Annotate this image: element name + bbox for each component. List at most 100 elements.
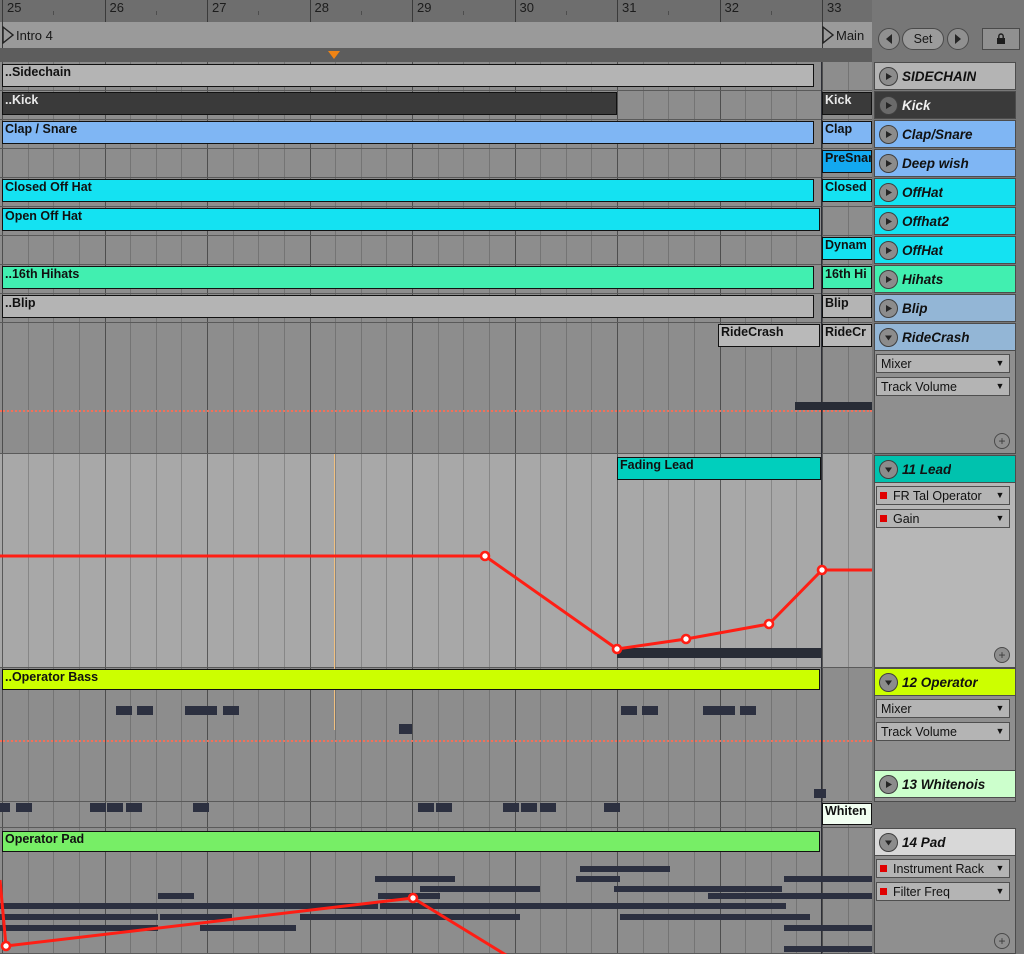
midi-note [540, 803, 556, 812]
locator-2[interactable]: Main [822, 23, 864, 47]
device-chooser-2[interactable]: Track Volume ▼ [876, 722, 1010, 741]
beat-gridline [181, 454, 182, 667]
beat-gridline [643, 454, 644, 667]
clip[interactable]: ..Operator Bass [2, 669, 820, 690]
clip[interactable]: ..Sidechain [2, 64, 814, 87]
clip[interactable]: Operator Pad [2, 831, 820, 852]
set-button[interactable]: Set [902, 28, 944, 50]
track-header-11-lead[interactable]: 11 Lead [874, 455, 1016, 483]
track-header-12-operator[interactable]: 12 Operator [874, 668, 1016, 696]
track-header-offhat[interactable]: OffHat [874, 178, 1016, 206]
bar-tick [309, 0, 311, 22]
clip[interactable]: Closed [822, 179, 872, 202]
track-header-kick[interactable]: Kick [874, 91, 1016, 119]
track-fold-button-closed[interactable] [879, 298, 898, 318]
track-lane[interactable] [0, 149, 872, 178]
prev-set-button[interactable] [878, 28, 900, 50]
clip[interactable]: Fading Lead [617, 457, 821, 480]
track-header-deep-wish[interactable]: Deep wish [874, 149, 1016, 177]
beat-gridline [361, 323, 362, 453]
arrangement-canvas[interactable]: ..Sidechain ..Kick Kick Clap / Snare Clap Pre… [0, 62, 872, 954]
clip[interactable]: 16th Hi [822, 266, 872, 289]
midi-note [784, 925, 872, 931]
clip[interactable]: RideCr [822, 324, 872, 347]
track-header-14-pad[interactable]: 14 Pad [874, 828, 1016, 856]
track-fold-button-closed[interactable] [879, 124, 898, 144]
track-header-13-whitenois[interactable]: 13 Whitenois [874, 770, 1016, 798]
track-lane[interactable] [0, 454, 872, 668]
beat-gridline [771, 454, 772, 667]
clip[interactable]: Kick [822, 92, 872, 115]
device-chooser-1[interactable]: Instrument Rack ▼ [876, 859, 1010, 878]
locator-1[interactable]: Intro 4 [2, 23, 53, 47]
track-fold-button-open[interactable] [879, 327, 898, 347]
beat-gridline [566, 323, 567, 453]
device-chooser-2[interactable]: Gain ▼ [876, 509, 1010, 528]
track-fold-button-closed[interactable] [879, 95, 898, 115]
clip[interactable]: RideCrash [718, 324, 820, 347]
beat-gridline [668, 802, 669, 827]
clip[interactable]: ..16th Hihats [2, 266, 814, 289]
clip[interactable]: Closed Off Hat [2, 179, 814, 202]
track-name: Hihats [902, 271, 944, 287]
bar-gridline [720, 454, 721, 667]
play-triangle-icon [886, 72, 892, 80]
sub-bar-tick [770, 11, 772, 15]
track-header-offhat2[interactable]: Offhat2 [874, 207, 1016, 235]
device-chooser-1[interactable]: FR Tal Operator ▼ [876, 486, 1010, 505]
next-set-button[interactable] [947, 28, 969, 50]
locator-lane[interactable]: Intro 4 Main [0, 22, 872, 49]
clip[interactable]: ..Kick [2, 92, 617, 115]
track-header-hihats[interactable]: Hihats [874, 265, 1016, 293]
device-chooser-2[interactable]: Track Volume ▼ [876, 377, 1010, 396]
device-chooser-1[interactable]: Mixer ▼ [876, 354, 1010, 373]
track-name: OffHat [902, 242, 944, 258]
clip[interactable]: PreSnare [822, 150, 872, 173]
scrub-lane[interactable] [0, 48, 872, 63]
track-fold-button-closed[interactable] [879, 774, 898, 794]
track-fold-button-closed[interactable] [879, 269, 898, 289]
clip[interactable]: Blip [822, 295, 872, 318]
beat-gridline [181, 802, 182, 827]
add-automation-lane-button[interactable]: + [994, 933, 1010, 949]
beat-gridline [848, 207, 849, 235]
clip[interactable]: ..Blip [2, 295, 814, 318]
clip[interactable]: Clap [822, 121, 872, 144]
bar-gridline [412, 802, 413, 827]
clip[interactable]: Clap / Snare [2, 121, 814, 144]
beat-gridline [233, 149, 234, 177]
track-header-offhat[interactable]: OffHat [874, 236, 1016, 264]
track-fold-button-closed[interactable] [879, 182, 898, 202]
track-header-sidechain[interactable]: SIDECHAIN [874, 62, 1016, 90]
track-header-clap-snare[interactable]: Clap/Snare [874, 120, 1016, 148]
clip[interactable]: Dynam [822, 237, 872, 260]
track-fold-button-closed[interactable] [879, 66, 898, 86]
device-chooser-2[interactable]: Filter Freq ▼ [876, 882, 1010, 901]
track-fold-button-closed[interactable] [879, 153, 898, 173]
track-fold-button-open[interactable] [879, 672, 898, 692]
track-lane[interactable] [0, 236, 872, 265]
device-enabled-indicator [880, 888, 887, 895]
add-automation-lane-button[interactable]: + [994, 647, 1010, 663]
clip[interactable]: Open Off Hat [2, 208, 820, 231]
bar-gridline [617, 149, 618, 177]
track-fold-button-open[interactable] [879, 832, 898, 852]
track-fold-button-closed[interactable] [879, 211, 898, 231]
track-fold-button-open[interactable] [879, 459, 898, 479]
track-header-blip[interactable]: Blip [874, 294, 1016, 322]
device-chooser-1[interactable]: Mixer ▼ [876, 699, 1010, 718]
track-fold-button-closed[interactable] [879, 240, 898, 260]
beat-gridline [79, 802, 80, 827]
bar-gridline [2, 236, 3, 264]
track-header-ridecrash[interactable]: RideCrash [874, 323, 1016, 351]
device-chooser-label: FR Tal Operator [893, 488, 982, 503]
add-automation-lane-button[interactable]: + [994, 433, 1010, 449]
lock-button[interactable] [982, 28, 1020, 50]
timeline-ruler[interactable]: 25 26 27 28 29 30 31 32 33 [0, 0, 872, 23]
clip[interactable]: Whiten [822, 803, 872, 825]
bar-gridline [822, 454, 823, 667]
track-headers-panel: Set SIDECHAIN Kick Clap/Snare Deep wish OffH… [872, 0, 1024, 954]
device-chooser-label: Gain [893, 511, 920, 526]
arrangement-position-marker[interactable] [328, 51, 340, 59]
beat-gridline [745, 91, 746, 119]
